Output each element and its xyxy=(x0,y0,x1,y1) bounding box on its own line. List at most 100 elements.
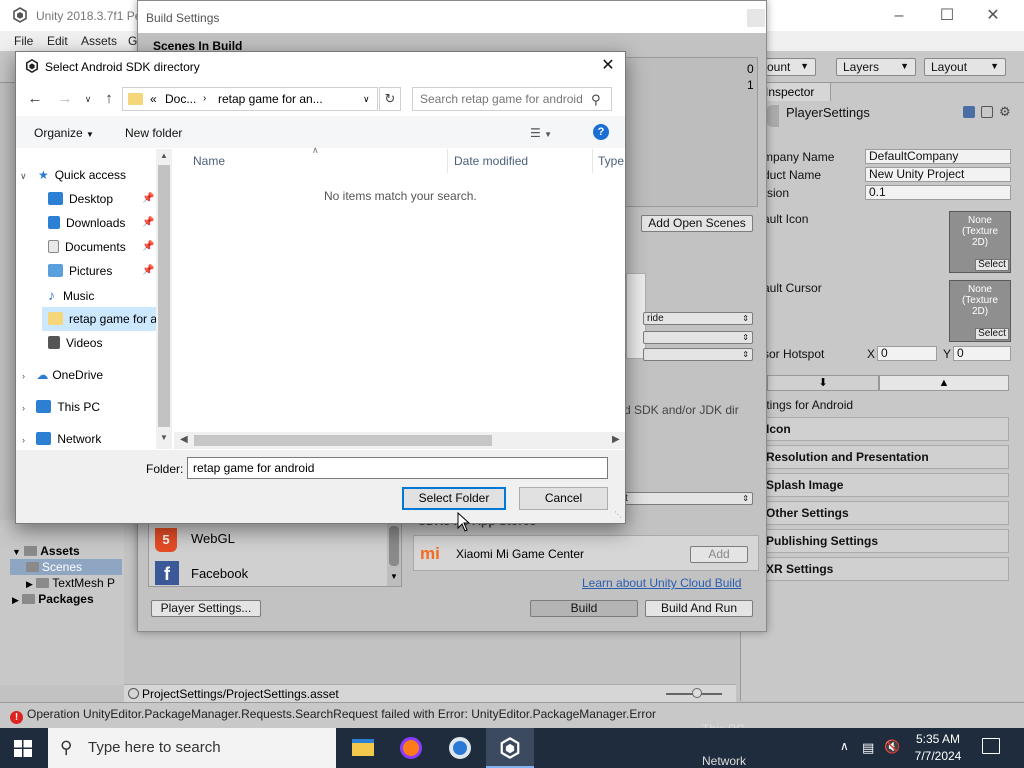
column-type[interactable]: Type xyxy=(598,154,624,168)
breadcrumb-current[interactable]: retap game for an... xyxy=(218,88,323,110)
organize-button[interactable]: Organize ▼ xyxy=(34,126,94,140)
scroll-down-icon[interactable]: ▼ xyxy=(390,572,398,581)
menu-edit[interactable]: Edit xyxy=(47,34,68,48)
select-folder-button[interactable]: Select Folder xyxy=(402,487,506,510)
scroll-right-icon[interactable]: ▶ xyxy=(612,434,620,445)
hscrollbar-thumb[interactable] xyxy=(194,435,492,446)
notifications-icon[interactable] xyxy=(982,738,1000,754)
nav-quick-access[interactable]: ∨ ★ Quick access xyxy=(20,163,126,187)
taskbar-search-input[interactable]: ⚲ Type here to search xyxy=(48,728,336,768)
dialog-close-icon[interactable]: ✕ xyxy=(598,56,618,76)
compression-dropdown[interactable]: t ⇕ xyxy=(621,492,753,505)
breadcrumb-documents[interactable]: Doc... xyxy=(165,88,196,110)
build-settings-close-button[interactable] xyxy=(747,9,765,27)
build-system-dropdown[interactable]: ⇕ xyxy=(643,331,753,344)
tree-textmesh[interactable]: ▶ TextMesh P xyxy=(26,575,115,591)
file-list-hscrollbar[interactable]: ◀ ▶ xyxy=(174,432,625,449)
default-cursor-slot[interactable]: None (Texture 2D) Select xyxy=(949,280,1011,342)
scroll-left-icon[interactable]: ◀ xyxy=(180,434,188,445)
menu-assets[interactable]: Assets xyxy=(81,34,117,48)
version-field[interactable]: 0.1 xyxy=(865,185,1011,200)
resize-grip-icon[interactable]: ⋱ xyxy=(614,510,622,519)
default-icon-select-button[interactable]: Select xyxy=(975,259,1009,271)
hotspot-x-field[interactable]: 0 xyxy=(877,346,937,361)
nav-documents[interactable]: Documents 📌 xyxy=(48,235,166,259)
minimize-icon[interactable]: – xyxy=(876,4,922,28)
tray-chevron-icon[interactable]: ∧ xyxy=(840,739,849,753)
search-input[interactable]: Search retap game for android xyxy=(412,87,612,111)
zoom-slider-thumb[interactable] xyxy=(692,688,702,698)
refresh-icon[interactable]: ↻ xyxy=(379,87,401,111)
network-tray-icon[interactable]: ▤ xyxy=(862,740,874,756)
platform-list-scrollbar[interactable]: ▼ xyxy=(387,524,401,586)
platform-item-webgl[interactable]: 5 WebGL xyxy=(149,524,387,556)
forward-arrow-icon[interactable]: → xyxy=(55,90,75,108)
taskbar-file-explorer[interactable] xyxy=(338,728,386,768)
icon-section[interactable]: Icon xyxy=(761,417,1009,441)
close-icon[interactable]: ✕ xyxy=(970,4,1016,28)
scroll-down-icon[interactable]: ▼ xyxy=(160,433,168,442)
new-folder-button[interactable]: New folder xyxy=(125,126,182,140)
nav-pictures[interactable]: Pictures 📌 xyxy=(48,259,166,283)
status-error[interactable]: ! Operation UnityEditor.PackageManager.Re… xyxy=(10,707,656,724)
build-and-run-button[interactable]: Build And Run xyxy=(645,600,753,617)
volume-muted-icon[interactable]: 🔇 xyxy=(884,739,900,755)
splash-section[interactable]: Splash Image xyxy=(761,473,1009,497)
address-dropdown-icon[interactable]: ∨ xyxy=(363,88,370,110)
platform-item-facebook[interactable]: f Facebook xyxy=(149,558,387,588)
xr-section[interactable]: XR Settings xyxy=(761,557,1009,581)
cancel-button[interactable]: Cancel xyxy=(519,487,608,510)
nav-videos[interactable]: Videos xyxy=(48,331,166,355)
menu-gameobject[interactable]: G xyxy=(128,34,137,48)
scrollbar-thumb[interactable] xyxy=(389,526,399,566)
nav-thispc[interactable]: › This PC xyxy=(22,395,100,419)
view-options-icon[interactable]: ☰ ▼ xyxy=(530,126,552,140)
search-icon[interactable]: ⚲ xyxy=(591,92,601,108)
preset-icon[interactable] xyxy=(981,106,993,118)
gear-icon[interactable]: ⚙ xyxy=(999,104,1011,120)
nav-scrollbar-thumb[interactable] xyxy=(158,165,170,427)
learn-cloud-build-link[interactable]: Learn about Unity Cloud Build xyxy=(582,576,741,590)
taskbar-chrome[interactable] xyxy=(436,728,484,768)
taskbar-unity[interactable] xyxy=(486,728,534,768)
up-arrow-icon[interactable]: ↑ xyxy=(99,90,119,108)
nav-downloads[interactable]: Downloads 📌 xyxy=(48,211,166,235)
back-arrow-icon[interactable]: ← xyxy=(25,90,45,108)
column-date-modified[interactable]: Date modified xyxy=(454,154,528,168)
platform-tab-standalone[interactable]: ⬇ xyxy=(767,375,879,391)
breadcrumb-overflow[interactable]: « xyxy=(150,88,157,110)
taskbar-clock[interactable]: 5:35 AM 7/7/2024 xyxy=(906,731,970,765)
tree-assets[interactable]: ▼ Assets xyxy=(12,543,80,559)
player-settings-button[interactable]: Player Settings... xyxy=(151,600,261,617)
nav-music[interactable]: ♪ Music xyxy=(48,283,166,307)
tree-packages[interactable]: ▶ Packages xyxy=(12,591,94,607)
publishing-section[interactable]: Publishing Settings xyxy=(761,529,1009,553)
taskbar-firefox[interactable] xyxy=(387,728,435,768)
export-dropdown[interactable]: ⇕ xyxy=(643,348,753,361)
scroll-up-icon[interactable]: ▲ xyxy=(160,151,168,160)
build-button[interactable]: Build xyxy=(530,600,638,617)
resolution-section[interactable]: Resolution and Presentation xyxy=(761,445,1009,469)
xiaomi-add-button[interactable]: Add xyxy=(690,546,748,563)
nav-scrollbar[interactable]: ▲ ▼ xyxy=(156,149,172,449)
texture-override-dropdown[interactable]: ride ⇕ xyxy=(643,312,753,325)
help-icon[interactable]: ? xyxy=(593,124,609,140)
platform-tab-android[interactable]: ▲ xyxy=(879,375,1009,391)
maximize-icon[interactable]: ☐ xyxy=(924,4,970,28)
nav-network[interactable]: › Network xyxy=(22,427,101,451)
layers-dropdown[interactable]: Layers ▼ xyxy=(836,58,916,76)
menu-file[interactable]: File xyxy=(14,34,33,48)
company-name-field[interactable]: DefaultCompany xyxy=(865,149,1011,164)
windows-start-icon[interactable] xyxy=(14,740,32,757)
column-separator[interactable] xyxy=(447,149,448,173)
layout-dropdown[interactable]: Layout ▼ xyxy=(924,58,1006,76)
folder-input[interactable]: retap game for android xyxy=(187,457,608,479)
default-cursor-select-button[interactable]: Select xyxy=(975,328,1009,340)
nav-onedrive[interactable]: › ☁ OneDrive xyxy=(22,363,103,387)
nav-retap-folder[interactable]: retap game for a xyxy=(42,307,156,331)
column-separator[interactable] xyxy=(592,149,593,173)
hotspot-y-field[interactable]: 0 xyxy=(953,346,1011,361)
nav-desktop[interactable]: Desktop 📌 xyxy=(48,187,166,211)
product-name-field[interactable]: New Unity Project xyxy=(865,167,1011,182)
tree-scenes[interactable]: Scenes xyxy=(10,559,122,575)
